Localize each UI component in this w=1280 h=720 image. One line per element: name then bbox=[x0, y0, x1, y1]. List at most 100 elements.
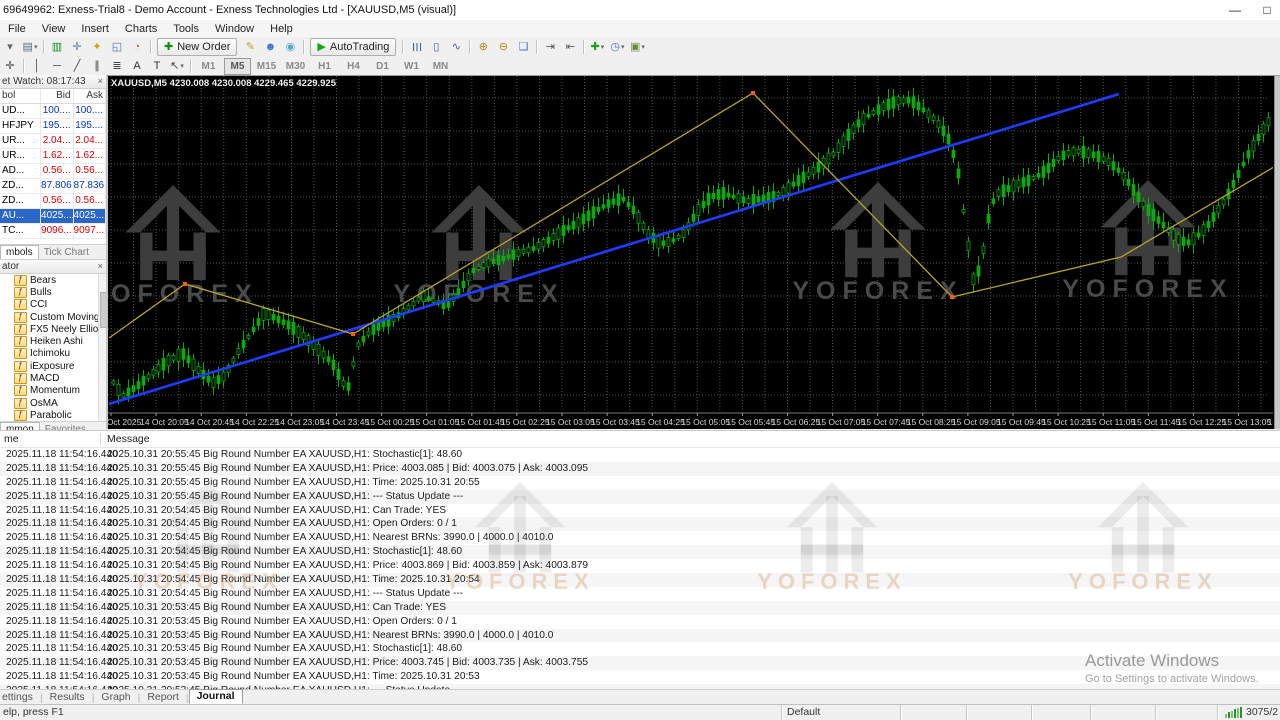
market-watch-col-2[interactable]: Ask bbox=[74, 89, 107, 103]
market-watch-tab-mbols[interactable]: mbols bbox=[0, 245, 39, 259]
journal-row[interactable]: 2025.11.18 11:54:16.4402025.10.31 20:53:… bbox=[0, 628, 1280, 643]
navigator-item-osma[interactable]: ƒ OsMA bbox=[0, 397, 106, 409]
timeframe-m1[interactable]: M1 bbox=[195, 58, 222, 75]
profiles-icon[interactable]: ▤ ▾ bbox=[21, 39, 39, 55]
horizontal-line-icon[interactable]: ─ bbox=[48, 58, 66, 74]
tab-report[interactable]: Report bbox=[140, 691, 186, 704]
zoom-out-icon[interactable]: ⊖ bbox=[494, 39, 512, 55]
market-watch-row[interactable]: UR... 1.62... 1.62... bbox=[0, 149, 107, 164]
journal-row[interactable]: 2025.11.18 11:54:16.440 2025.10.31 20:55:… bbox=[0, 489, 1280, 504]
chart-shift-icon[interactable]: ⇤ bbox=[561, 39, 579, 55]
journal-row[interactable]: 2025.11.18 11:54:16.4402025.10.31 20:53:… bbox=[0, 642, 1280, 656]
timeframe-mn[interactable]: MN bbox=[427, 58, 454, 75]
market-watch-row[interactable]: AU... 4025.... 4025.... bbox=[0, 209, 107, 224]
navigator-icon[interactable]: ✦ bbox=[88, 39, 106, 55]
navigator-item-bears[interactable]: ƒ Bears bbox=[0, 274, 106, 286]
journal-row[interactable]: 2025.11.18 11:54:16.4402025.10.31 20:53:… bbox=[0, 615, 1280, 629]
zoom-in-icon[interactable]: ⊕ bbox=[474, 39, 492, 55]
close-icon[interactable]: × bbox=[98, 75, 103, 88]
timeframe-d1[interactable]: D1 bbox=[369, 58, 396, 75]
templates-icon[interactable]: ▣ ▾ bbox=[628, 39, 646, 55]
chart-window[interactable]: XAUUSD,M5 4230.008 4230.008 4229.465 422… bbox=[106, 75, 1280, 429]
fibonacci-icon[interactable]: ≣ bbox=[108, 58, 126, 74]
timeframe-h4[interactable]: H4 bbox=[340, 58, 367, 75]
navigator-item-cci[interactable]: ƒ CCI bbox=[0, 299, 106, 311]
tab-graph[interactable]: Graph bbox=[94, 691, 137, 704]
market-watch-col-0[interactable]: bol bbox=[0, 89, 42, 103]
market-watch-row[interactable]: UD... 100.... 100.... bbox=[0, 104, 107, 119]
trendline-icon[interactable]: ╱ bbox=[68, 58, 86, 74]
menu-file[interactable]: File bbox=[0, 20, 34, 37]
new-chart-icon[interactable]: ▾ bbox=[1, 39, 19, 55]
journal-row[interactable]: 2025.11.18 11:54:16.4402025.10.31 20:53:… bbox=[0, 670, 1280, 684]
navigator-item-fx5-neely-elliot-w[interactable]: ƒ FX5 Neely Elliot W bbox=[0, 323, 106, 335]
navigator-item-bulls[interactable]: ƒ Bulls bbox=[0, 286, 106, 298]
timeframe-w1[interactable]: W1 bbox=[398, 58, 425, 75]
metaeditor-icon[interactable]: ✎ bbox=[241, 39, 259, 55]
crosshair-icon[interactable]: │ bbox=[28, 58, 46, 74]
journal-row[interactable]: 2025.11.18 11:54:16.440 2025.10.31 20:54:… bbox=[0, 531, 1280, 545]
timeframe-m15[interactable]: M15 bbox=[253, 58, 280, 75]
navigator-item-macd[interactable]: ƒ MACD bbox=[0, 372, 106, 385]
tab-results[interactable]: Results bbox=[43, 691, 92, 704]
text-label-icon[interactable]: T bbox=[148, 58, 166, 74]
text-icon[interactable]: A bbox=[128, 58, 146, 74]
autotrading-button[interactable]: ▶ AutoTrading bbox=[310, 38, 397, 56]
market-watch-row[interactable]: HFJPY 195.... 195.... bbox=[0, 119, 107, 134]
market-watch-row[interactable]: ZD... 0.56... 0.56... bbox=[0, 194, 107, 209]
menu-window[interactable]: Window bbox=[207, 20, 262, 37]
tile-windows-icon[interactable]: ❏ bbox=[514, 39, 532, 55]
periods-icon[interactable]: ◷ ▾ bbox=[608, 39, 626, 55]
journal-row[interactable]: 2025.11.18 11:54:16.440 2025.10.31 20:55:… bbox=[0, 476, 1280, 490]
bar-chart-icon[interactable]: ☰ bbox=[407, 39, 425, 55]
menu-help[interactable]: Help bbox=[262, 20, 301, 37]
menu-view[interactable]: View bbox=[34, 20, 74, 37]
status-profile[interactable]: Default bbox=[781, 705, 900, 720]
navigator-item-ichimoku[interactable]: ƒ Ichimoku bbox=[0, 348, 106, 360]
cursor-icon[interactable]: ✛ bbox=[1, 58, 19, 74]
journal-row[interactable]: 2025.11.18 11:54:16.4402025.10.31 20:53:… bbox=[0, 600, 1280, 615]
strategy-tester-icon[interactable]: ◔ bbox=[128, 39, 146, 55]
journal-row[interactable]: 2025.11.18 11:54:16.440 2025.10.31 20:54:… bbox=[0, 545, 1280, 560]
navigator-item-parabolic[interactable]: ƒ Parabolic bbox=[0, 409, 106, 421]
market-watch-icon[interactable]: ▥ bbox=[48, 39, 66, 55]
new-order-button[interactable]: ✚ New Order bbox=[157, 38, 238, 56]
navigator-item-custom-moving-a[interactable]: ƒ Custom Moving A bbox=[0, 311, 106, 323]
market-watch-row[interactable]: AD... 0.56... 0.56... bbox=[0, 164, 107, 179]
candlestick-chart-icon[interactable]: ▯ bbox=[427, 39, 445, 55]
equidistant-channel-icon[interactable]: ∥ bbox=[88, 58, 106, 74]
navigator-item-momentum[interactable]: ƒ Momentum bbox=[0, 385, 106, 397]
arrows-icon[interactable]: ↖ ▾ bbox=[168, 58, 186, 74]
timeframe-m5[interactable]: M5 bbox=[224, 57, 251, 75]
mql5-community-icon[interactable]: ◉ bbox=[281, 39, 299, 55]
tab-journal[interactable]: Journal bbox=[188, 689, 243, 704]
market-watch-row[interactable]: ZD... 87.806 87.836 bbox=[0, 179, 107, 194]
navigator-item-iexposure[interactable]: ƒ iExposure bbox=[0, 360, 106, 372]
data-window-icon[interactable]: ✛ bbox=[68, 39, 86, 55]
journal-row[interactable]: 2025.11.18 11:54:16.4402025.10.31 20:53:… bbox=[0, 656, 1280, 671]
price-chart[interactable]: YOFOREXYOFOREXYOFOREXYOFOREX14 Oct 20251… bbox=[108, 76, 1273, 428]
navigator-scrollbar[interactable] bbox=[98, 274, 106, 421]
menu-insert[interactable]: Insert bbox=[73, 20, 117, 37]
terminal-icon[interactable]: ◱ bbox=[108, 39, 126, 55]
market-watch-col-1[interactable]: Bid bbox=[41, 89, 74, 103]
tab-ettings[interactable]: ettings bbox=[0, 691, 40, 704]
menu-tools[interactable]: Tools bbox=[165, 20, 207, 37]
line-chart-icon[interactable]: ∿ bbox=[447, 39, 465, 55]
timeframe-h1[interactable]: H1 bbox=[311, 58, 338, 75]
mql5-profile-icon[interactable]: ☻ bbox=[261, 39, 279, 55]
journal-row[interactable]: 2025.11.18 11:54:16.440 2025.10.31 20:55:… bbox=[0, 461, 1280, 476]
close-icon[interactable]: × bbox=[98, 260, 103, 273]
journal-row[interactable]: 2025.11.18 11:54:16.440 2025.10.31 20:54:… bbox=[0, 504, 1280, 518]
journal-row[interactable]: 2025.11.18 11:54:16.440 2025.10.31 20:54:… bbox=[0, 517, 1280, 532]
minimize-icon[interactable]: — bbox=[1228, 0, 1242, 20]
market-watch-row[interactable]: TC... 9096... 9097... bbox=[0, 224, 107, 239]
indicators-icon[interactable]: ✚ ▾ bbox=[588, 39, 606, 55]
maximize-icon[interactable]: □ bbox=[1260, 0, 1274, 20]
auto-scroll-icon[interactable]: ⇥ bbox=[541, 39, 559, 55]
journal-row[interactable]: 2025.11.18 11:54:16.440 2025.10.31 20:54:… bbox=[0, 587, 1280, 601]
journal-row[interactable]: 2025.11.18 11:54:16.440 2025.10.31 20:54:… bbox=[0, 573, 1280, 587]
journal-row[interactable]: 2025.11.18 11:54:16.440 2025.10.31 20:55:… bbox=[0, 448, 1280, 462]
menu-charts[interactable]: Charts bbox=[117, 20, 165, 37]
timeframe-m30[interactable]: M30 bbox=[282, 58, 309, 75]
